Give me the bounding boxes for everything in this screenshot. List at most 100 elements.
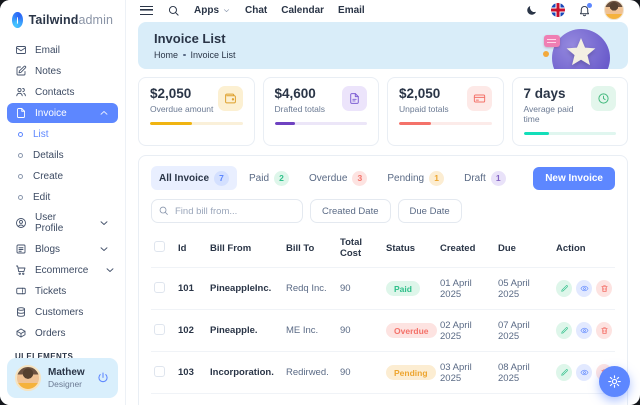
column-header-id: Id bbox=[175, 229, 207, 268]
sidebar-user-card[interactable]: Mathew Designer bbox=[7, 358, 118, 398]
tab-label: Overdue bbox=[309, 173, 347, 184]
sidebar-item-label: Invoice bbox=[35, 108, 67, 119]
contacts-icon bbox=[15, 86, 27, 98]
column-header-bill-from: Bill From bbox=[207, 229, 283, 268]
new-invoice-button[interactable]: New Invoice bbox=[533, 167, 615, 190]
settings-fab-button[interactable] bbox=[599, 366, 630, 397]
pencil-icon bbox=[560, 284, 569, 293]
row-checkbox[interactable] bbox=[154, 324, 165, 335]
tab-overdue[interactable]: Overdue 3 bbox=[301, 166, 375, 190]
sidebar-subitem-edit[interactable]: Edit bbox=[7, 187, 118, 207]
table-row: 102 Pineapple. ME Inc. 90 Overdue 02 Apr… bbox=[151, 310, 615, 352]
edit-button[interactable] bbox=[556, 280, 572, 297]
eye-icon bbox=[580, 368, 589, 377]
tab-paid[interactable]: Paid 2 bbox=[241, 166, 297, 190]
invoice-icon bbox=[15, 107, 27, 119]
sidebar-item-email[interactable]: Email bbox=[7, 40, 118, 60]
bullet-icon bbox=[18, 174, 23, 179]
cell-bill-from: Incorporation. bbox=[207, 352, 283, 394]
view-button[interactable] bbox=[576, 280, 592, 297]
sidebar-item-orders[interactable]: Orders bbox=[7, 323, 118, 343]
due-date-filter-button[interactable]: Due Date bbox=[398, 199, 462, 223]
orange-dot bbox=[543, 51, 549, 57]
sidebar-item-user-profile[interactable]: User Profile bbox=[7, 208, 118, 238]
edit-button[interactable] bbox=[556, 364, 572, 381]
delete-button[interactable] bbox=[596, 322, 612, 339]
search-input[interactable] bbox=[151, 199, 303, 223]
row-actions bbox=[556, 322, 612, 339]
breadcrumb-separator bbox=[183, 54, 186, 57]
status-badge: Paid bbox=[386, 281, 420, 296]
sidebar-item-notes[interactable]: Notes bbox=[7, 61, 118, 81]
row-checkbox[interactable] bbox=[154, 366, 165, 377]
cell-total-cost: 90 bbox=[337, 310, 383, 352]
sidebar-nav: Email Notes Contacts Invoice List bbox=[0, 37, 125, 384]
language-flag-icon[interactable] bbox=[551, 3, 565, 17]
sidebar-item-label: Tickets bbox=[35, 286, 66, 297]
tab-label: Pending bbox=[387, 173, 424, 184]
stats-row: $2,050 Overdue amount $4,600 Drafted tot… bbox=[138, 77, 628, 146]
chevron-down-icon bbox=[104, 264, 116, 276]
topbar-link-label: Calendar bbox=[281, 5, 324, 16]
breadcrumb-home[interactable]: Home bbox=[154, 50, 178, 60]
user-role: Designer bbox=[48, 379, 85, 389]
topbar-link-chat[interactable]: Chat bbox=[245, 5, 267, 16]
cell-total-cost: 90 bbox=[337, 394, 383, 405]
topbar-link-label: Chat bbox=[245, 5, 267, 16]
select-all-checkbox[interactable] bbox=[154, 241, 165, 252]
sidebar-item-invoice[interactable]: Invoice bbox=[7, 103, 118, 123]
chevron-down-icon bbox=[98, 217, 110, 229]
brand-name: Tailwindadmin bbox=[29, 13, 113, 27]
logout-power-icon[interactable] bbox=[96, 371, 110, 385]
sidebar-item-contacts[interactable]: Contacts bbox=[7, 82, 118, 102]
cell-bill-to: RFc. bbox=[283, 394, 337, 405]
sidebar-subitem-details[interactable]: Details bbox=[7, 145, 118, 165]
topbar-link-email[interactable]: Email bbox=[338, 5, 365, 16]
sidebar-item-label: Blogs bbox=[35, 244, 60, 255]
sidebar-subitem-create[interactable]: Create bbox=[7, 166, 118, 186]
bullet-icon bbox=[18, 132, 23, 137]
trash-icon bbox=[600, 284, 609, 293]
sidebar-item-label: Email bbox=[35, 45, 60, 56]
ticket-icon bbox=[15, 285, 27, 297]
column-header-status: Status bbox=[383, 229, 437, 268]
row-checkbox[interactable] bbox=[154, 282, 165, 293]
delete-button[interactable] bbox=[596, 280, 612, 297]
tab-pending[interactable]: Pending 1 bbox=[379, 166, 452, 190]
sidebar-item-tickets[interactable]: Tickets bbox=[7, 281, 118, 301]
brand-name-light: admin bbox=[78, 13, 113, 27]
sidebar-item-ecommerce[interactable]: Ecommerce bbox=[7, 260, 118, 280]
sidebar-item-blogs[interactable]: Blogs bbox=[7, 239, 118, 259]
tab-all-invoice[interactable]: All Invoice 7 bbox=[151, 166, 237, 190]
dark-mode-moon-icon[interactable] bbox=[525, 4, 538, 17]
created-date-filter-button[interactable]: Created Date bbox=[310, 199, 391, 223]
table-row: 104 PineappleTimes. RFc. 90 Paid 04 Apri… bbox=[151, 394, 615, 405]
topbar: Apps Chat Calendar Email bbox=[126, 0, 640, 20]
hamburger-menu-icon[interactable] bbox=[140, 6, 153, 15]
stat-value: $4,600 bbox=[275, 86, 326, 101]
search-icon bbox=[158, 205, 169, 216]
cell-bill-to: ME Inc. bbox=[283, 310, 337, 352]
view-button[interactable] bbox=[576, 322, 592, 339]
view-button[interactable] bbox=[576, 364, 592, 381]
profile-avatar[interactable] bbox=[604, 0, 624, 20]
progress-bar bbox=[524, 132, 617, 135]
notifications-bell-icon[interactable] bbox=[578, 4, 591, 17]
chevron-up-icon bbox=[98, 107, 110, 119]
topbar-link-apps[interactable]: Apps bbox=[194, 5, 231, 16]
topbar-link-calendar[interactable]: Calendar bbox=[281, 5, 324, 16]
sidebar-subitem-list[interactable]: List bbox=[7, 124, 118, 144]
sidebar-item-label: User Profile bbox=[35, 212, 82, 234]
main-area: Apps Chat Calendar Email bbox=[126, 0, 640, 405]
cell-due: 07 April 2025 bbox=[495, 310, 553, 352]
cell-created: 03 April 2025 bbox=[437, 352, 495, 394]
cell-total-cost: 90 bbox=[337, 352, 383, 394]
progress-bar bbox=[399, 122, 492, 125]
cell-created: 02 April 2025 bbox=[437, 310, 495, 352]
tab-draft[interactable]: Draft 1 bbox=[456, 166, 514, 190]
edit-button[interactable] bbox=[556, 322, 572, 339]
notification-dot bbox=[587, 3, 592, 8]
search-icon[interactable] bbox=[167, 4, 180, 17]
brand-logo[interactable]: Tailwindadmin bbox=[0, 0, 125, 37]
sidebar-item-customers[interactable]: Customers bbox=[7, 302, 118, 322]
